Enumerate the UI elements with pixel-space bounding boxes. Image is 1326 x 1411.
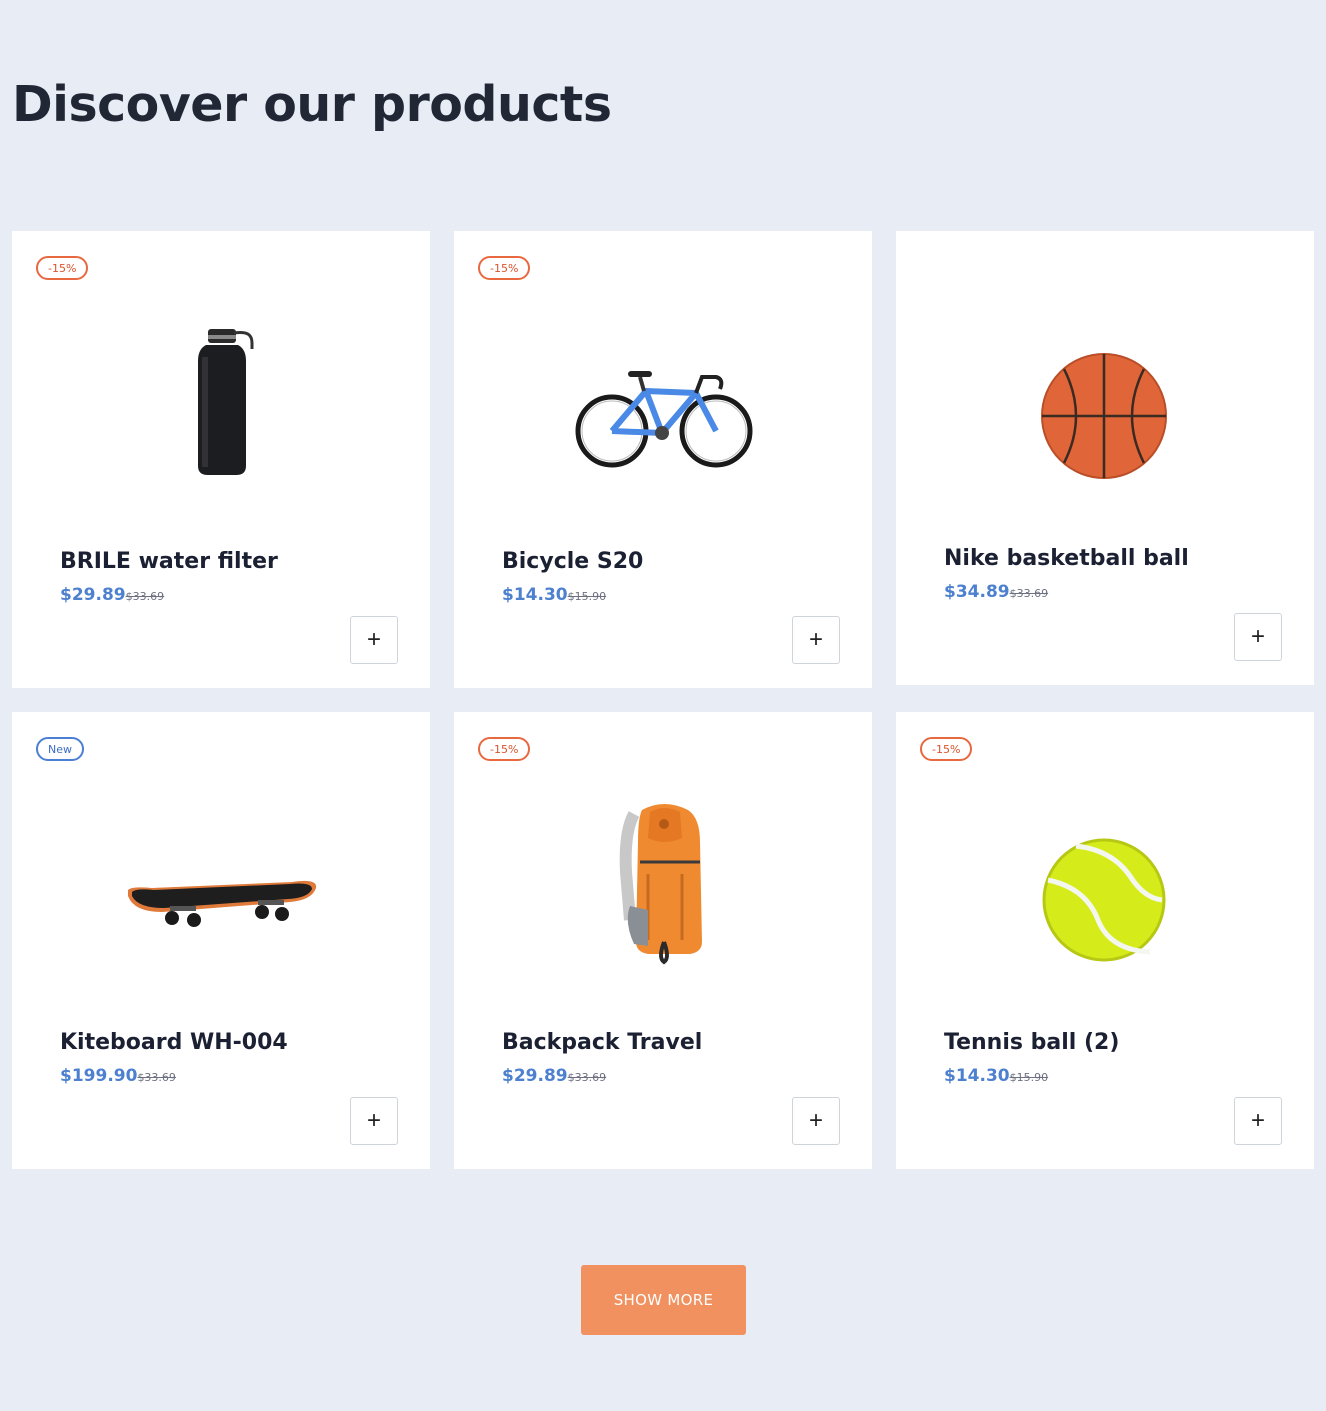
product-card[interactable]: -15% Bicycle S20 $14.30$15.90 + [454, 231, 872, 688]
current-price: $34.89 [944, 582, 1010, 602]
current-price: $14.30 [502, 585, 568, 605]
product-card[interactable]: -15% Backpack Travel $29.89$33.69 + [454, 712, 872, 1169]
price-row: $29.89$33.69 [60, 585, 164, 605]
old-price: $33.69 [567, 1071, 607, 1084]
page-title: Discover our products [12, 76, 612, 133]
skateboard-image [122, 802, 322, 1002]
product-card[interactable]: -15% Tennis ball (2) $14.30$15.90 + [896, 712, 1314, 1169]
discount-badge: -15% [920, 737, 973, 761]
current-price: $29.89 [60, 585, 126, 605]
product-name: Kiteboard WH-004 [60, 1030, 288, 1055]
product-name: BRILE water filter [60, 549, 278, 574]
show-more-button[interactable]: SHOW MORE [581, 1265, 746, 1335]
product-name: Nike basketball ball [944, 546, 1189, 571]
bicycle-image [564, 321, 764, 521]
backpack-image [564, 802, 764, 1002]
old-price: $15.90 [567, 590, 607, 603]
product-card[interactable]: -15% BRILE water filter $29.89$33.69 + [12, 231, 430, 688]
water-bottle-image [122, 321, 322, 521]
price-row: $34.89$33.69 [944, 582, 1048, 602]
price-row: $14.30$15.90 [944, 1066, 1048, 1086]
product-name: Bicycle S20 [502, 549, 644, 574]
tennis-ball-image [1006, 802, 1206, 1002]
product-card[interactable]: Nike basketball ball $34.89$33.69 + [896, 231, 1314, 685]
price-row: $29.89$33.69 [502, 1066, 606, 1086]
current-price: $29.89 [502, 1066, 568, 1086]
current-price: $14.30 [944, 1066, 1010, 1086]
old-price: $33.69 [137, 1071, 176, 1084]
price-row: $14.30$15.90 [502, 585, 606, 605]
discount-badge: -15% [36, 256, 89, 280]
add-to-cart-button[interactable]: + [1234, 1097, 1282, 1145]
new-badge: New [36, 737, 84, 761]
product-name: Tennis ball (2) [944, 1030, 1120, 1055]
product-card[interactable]: New Kiteboard WH-004 $199.90$33.69 + [12, 712, 430, 1169]
add-to-cart-button[interactable]: + [350, 616, 398, 664]
basketball-image [1006, 321, 1206, 521]
old-price: $15.90 [1009, 1071, 1049, 1084]
product-grid: -15% BRILE water filter $29.89$33.69 + -… [12, 231, 1314, 1169]
price-row: $199.90$33.69 [60, 1066, 176, 1086]
discount-badge: -15% [478, 737, 531, 761]
current-price: $199.90 [60, 1066, 138, 1086]
old-price: $33.69 [1009, 587, 1049, 600]
old-price: $33.69 [125, 590, 165, 603]
add-to-cart-button[interactable]: + [350, 1097, 398, 1145]
add-to-cart-button[interactable]: + [1234, 613, 1282, 661]
add-to-cart-button[interactable]: + [792, 1097, 840, 1145]
discount-badge: -15% [478, 256, 531, 280]
add-to-cart-button[interactable]: + [792, 616, 840, 664]
product-name: Backpack Travel [502, 1030, 703, 1055]
